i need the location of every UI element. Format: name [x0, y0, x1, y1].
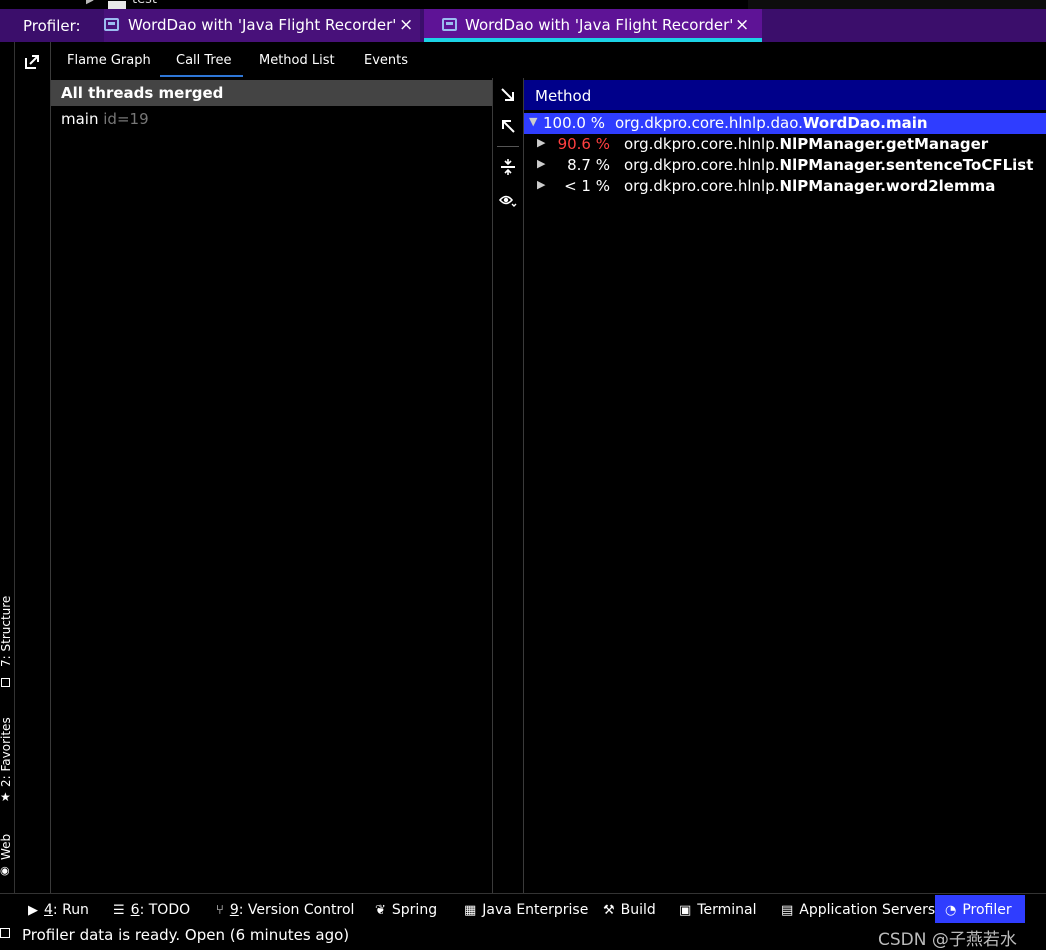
build-tool-button[interactable]: ⚒ Build — [603, 902, 656, 918]
terminal-tool-button[interactable]: ▣ Terminal — [679, 902, 756, 918]
call-tree-method-panel: Method ▼ 100.0 % org.dkpro.core.hlnlp.da… — [524, 78, 1046, 893]
tree-expand-arrow-icon[interactable]: ▶ — [86, 0, 94, 6]
profiler-action-column — [15, 42, 51, 893]
collapse-all-icon[interactable] — [499, 117, 517, 135]
run-tool-button[interactable]: ▶ 4: Run — [28, 902, 89, 918]
watermark: CSDN @子燕若水 — [878, 930, 1017, 950]
tab-label: WordDao with 'Java Flight Recorder' — [465, 16, 734, 34]
call-tree-row[interactable]: ▶ 8.7 % org.dkpro.core.hlnlp.NlPManager.… — [524, 155, 1046, 176]
profiler-tool-label: ◔ Profiler — [945, 902, 1012, 918]
server-icon: ▤ — [781, 903, 794, 918]
profiler-view-tabs: Flame Graph Call Tree Method List Events — [51, 42, 1046, 78]
profiler-label: Profiler: — [23, 17, 81, 35]
run-icon: ▶ — [28, 903, 38, 918]
profiler-tab-bar: Profiler: WordDao with 'Java Flight Reco… — [0, 9, 1046, 42]
application-servers-tool-button[interactable]: ▤ Application Servers — [781, 902, 935, 918]
star-icon: ★ — [0, 790, 11, 804]
method-column-header[interactable]: Method — [524, 80, 1046, 110]
row-method: org.dkpro.core.hlnlp.NlPManager.sentence… — [624, 156, 1034, 174]
status-message[interactable]: Profiler data is ready. Open (6 minutes … — [22, 926, 349, 944]
tab-events[interactable]: Events — [364, 53, 408, 68]
expand-arrow-icon[interactable]: ▶ — [537, 178, 545, 191]
active-subtab-underline — [160, 75, 243, 77]
structure-tool-button[interactable]: 7: Structure — [0, 596, 13, 667]
thread-name: main — [61, 110, 99, 128]
row-percent: 90.6 % — [557, 135, 610, 153]
call-tree-row[interactable]: ▼ 100.0 % org.dkpro.core.hlnlp.dao.WordD… — [524, 113, 1046, 134]
close-tab-icon[interactable]: × — [399, 15, 413, 35]
tab-call-tree[interactable]: Call Tree — [176, 53, 232, 68]
editor-area-remnant — [748, 0, 1046, 9]
profiler-tool-button[interactable]: ◔ Profiler — [935, 895, 1025, 924]
close-tab-icon[interactable]: × — [735, 15, 749, 35]
row-percent: < 1 % — [564, 177, 610, 195]
folder-icon — [108, 1, 126, 9]
merge-callees-icon[interactable] — [499, 158, 517, 176]
spring-leaf-icon: ❦ — [375, 903, 386, 918]
call-tree-row[interactable]: ▶ < 1 % org.dkpro.core.hlnlp.NlPManager.… — [524, 176, 1046, 197]
globe-icon: ◉ — [0, 864, 10, 877]
project-tree-remnant: ▶ test — [0, 0, 1046, 9]
view-options-eye-icon[interactable] — [499, 192, 517, 210]
row-percent: 100.0 % — [543, 114, 605, 132]
hammer-icon: ⚒ — [603, 903, 615, 918]
thread-row[interactable]: main id=19 — [61, 110, 149, 128]
snapshot-window-icon — [104, 18, 119, 31]
call-tree-toolbar — [493, 78, 524, 893]
todo-tool-button[interactable]: ☰ 6: TODO — [113, 902, 190, 918]
tree-item-label[interactable]: test — [132, 0, 157, 7]
row-method: org.dkpro.core.hlnlp.NlPManager.getManag… — [624, 135, 989, 153]
expand-arrow-icon[interactable]: ▶ — [537, 157, 545, 170]
list-icon: ☰ — [113, 903, 125, 918]
java-enterprise-tool-button[interactable]: ▦ Java Enterprise — [464, 902, 588, 918]
java-enterprise-icon: ▦ — [464, 903, 477, 918]
tool-window-bar: ▶ 4: Run ☰ 6: TODO ⑂ 9: Version Control ❦ Sp… — [0, 893, 1046, 924]
call-tree-row[interactable]: ▶ 90.6 % org.dkpro.core.hlnlp.NlPManager… — [524, 134, 1046, 155]
open-in-new-window-icon[interactable] — [24, 54, 40, 70]
favorites-tool-button[interactable]: 2: Favorites — [0, 717, 13, 787]
profiler-tab-1[interactable]: WordDao with 'Java Flight Recorder' × — [104, 9, 420, 42]
tab-flame-graph[interactable]: Flame Graph — [67, 53, 151, 68]
profiler-icon: ◔ — [945, 903, 957, 918]
left-tool-strip: 7: Structure 2: Favorites ★ Web ◉ — [0, 42, 15, 893]
structure-icon — [1, 678, 10, 687]
spring-tool-button[interactable]: ❦ Spring — [375, 902, 437, 918]
method-header-label: Method — [535, 87, 592, 105]
status-toggle-icon[interactable] — [0, 928, 10, 938]
thread-id: id=19 — [103, 110, 149, 128]
tab-label: WordDao with 'Java Flight Recorder' — [128, 16, 397, 34]
branch-icon: ⑂ — [216, 903, 224, 918]
expand-all-icon[interactable] — [499, 86, 517, 104]
threads-header-label: All threads merged — [61, 84, 224, 102]
threads-header[interactable]: All threads merged — [51, 80, 492, 106]
status-bar: Profiler data is ready. Open (6 minutes … — [0, 923, 1046, 950]
version-control-tool-button[interactable]: ⑂ 9: Version Control — [216, 902, 354, 918]
collapse-arrow-icon[interactable]: ▼ — [529, 115, 537, 128]
terminal-icon: ▣ — [679, 903, 692, 918]
row-method: org.dkpro.core.hlnlp.dao.WordDao.main — [615, 114, 928, 132]
tab-method-list[interactable]: Method List — [259, 53, 335, 68]
threads-panel: All threads merged main id=19 — [51, 78, 493, 893]
toolbar-separator — [497, 146, 519, 147]
snapshot-window-icon — [442, 18, 457, 31]
web-tool-button[interactable]: Web — [0, 834, 13, 860]
row-percent: 8.7 % — [567, 156, 610, 174]
row-method: org.dkpro.core.hlnlp.NlPManager.word2lem… — [624, 177, 996, 195]
profiler-tab-2-active[interactable]: WordDao with 'Java Flight Recorder' × — [424, 9, 762, 42]
expand-arrow-icon[interactable]: ▶ — [537, 136, 545, 149]
